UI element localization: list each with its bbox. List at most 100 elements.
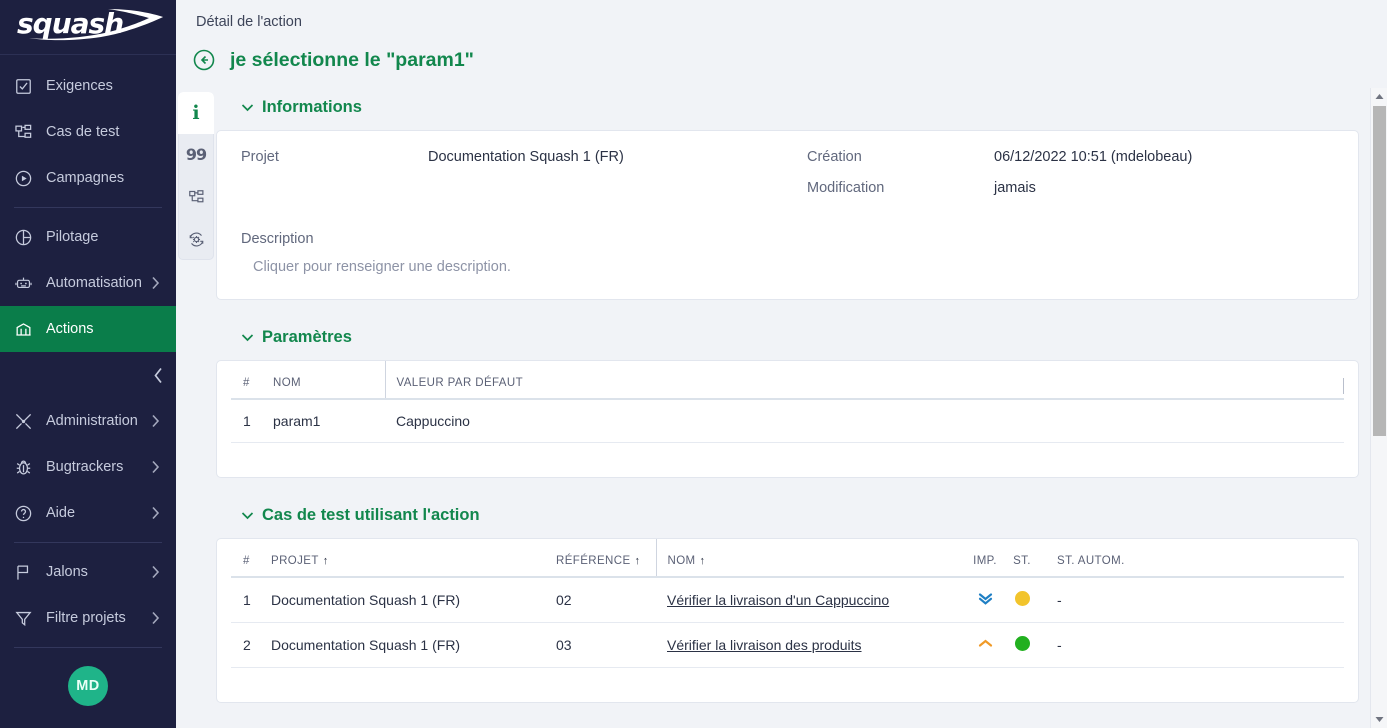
- chevron-down-icon: [238, 333, 256, 342]
- status-badge: [1015, 636, 1030, 651]
- cell-reference: 02: [556, 577, 656, 623]
- sidebar-item-pilotage[interactable]: Pilotage: [0, 214, 176, 260]
- section-cas-de-test: Cas de test utilisant l'action # PROJET↑: [216, 496, 1359, 703]
- col-header-importance[interactable]: IMP.: [961, 539, 1009, 577]
- status-badge: [1015, 591, 1030, 606]
- funnel-icon: [14, 609, 40, 628]
- cell-nom: param1: [273, 399, 385, 443]
- description-input[interactable]: Cliquer pour renseigner une description.: [241, 259, 1334, 275]
- sidebar-item-label: Exigences: [40, 78, 162, 94]
- sidebar-item-actions[interactable]: Actions: [0, 306, 176, 352]
- parametres-card: # NOM VALEUR PAR DÉFAUT 1 param1 Cappucc…: [216, 360, 1359, 478]
- chevron-right-icon: [148, 276, 162, 290]
- page-title-row: je sélectionne le "param1": [176, 30, 1387, 74]
- col-header-valeur-defaut[interactable]: VALEUR PAR DÉFAUT: [385, 361, 1344, 399]
- app-logo[interactable]: squash: [0, 0, 176, 55]
- section-cas-de-test-header[interactable]: Cas de test utilisant l'action: [216, 496, 1359, 534]
- col-header-num[interactable]: #: [231, 361, 273, 399]
- avatar[interactable]: MD: [68, 666, 108, 706]
- field-projet: Projet Documentation Squash 1 (FR): [241, 149, 807, 180]
- scrollbar-thumb[interactable]: [1373, 106, 1386, 436]
- back-button[interactable]: [190, 46, 218, 74]
- tab-automatisation[interactable]: [178, 218, 214, 260]
- tree-hierarchy-icon: [188, 189, 205, 206]
- description-label: Description: [241, 231, 1334, 247]
- cell-nom: Vérifier la livraison des produits: [656, 623, 961, 668]
- cell-statut: [1009, 577, 1035, 623]
- tab-parametres-quotes[interactable]: 99: [178, 134, 214, 176]
- sidebar-item-label: Campagnes: [40, 170, 162, 186]
- vertical-scrollbar[interactable]: [1370, 88, 1387, 728]
- play-circle-icon: [14, 169, 40, 188]
- sidebar-divider: [14, 207, 162, 208]
- sidebar-item-bugtrackers[interactable]: Bugtrackers: [0, 444, 176, 490]
- cas-de-test-table-body: 1 Documentation Squash 1 (FR) 02 Vérifie…: [231, 577, 1344, 668]
- sidebar-item-label: Pilotage: [40, 229, 162, 245]
- sidebar-item-cas-de-test[interactable]: Cas de test: [0, 109, 176, 155]
- keyword-bridge-icon: [14, 320, 40, 339]
- col-header-statut-autom[interactable]: ST. AUTOM.: [1035, 539, 1344, 577]
- cell-projet: Documentation Squash 1 (FR): [271, 577, 556, 623]
- breadcrumb: Détail de l'action: [176, 0, 1387, 30]
- cas-de-test-table: # PROJET↑ RÉFÉRENCE↑ NOM↑: [231, 539, 1344, 668]
- sidebar-item-campagnes[interactable]: Campagnes: [0, 155, 176, 201]
- col-header-statut[interactable]: ST.: [1009, 539, 1035, 577]
- tree-icon: [14, 123, 40, 142]
- triangle-down-icon: [1375, 716, 1384, 723]
- sidebar-item-filtre-projets[interactable]: Filtre projets: [0, 595, 176, 641]
- col-header-nom[interactable]: NOM: [273, 361, 385, 399]
- scroll-down-button[interactable]: [1371, 711, 1387, 728]
- field-value: Documentation Squash 1 (FR): [428, 149, 624, 165]
- tools-icon: [14, 412, 40, 431]
- sidebar-collapse-button[interactable]: [0, 352, 176, 398]
- parametres-table-footer-space: [217, 443, 1358, 477]
- detail-content: Informations Projet Documentation Squash…: [216, 88, 1359, 728]
- page-title: je sélectionne le "param1": [230, 49, 474, 72]
- flag-icon: [14, 563, 40, 582]
- column-resize-handle[interactable]: [1343, 378, 1344, 394]
- cell-importance: [961, 577, 1009, 623]
- sidebar-item-label: Bugtrackers: [40, 459, 148, 475]
- table-row[interactable]: 2 Documentation Squash 1 (FR) 03 Vérifie…: [231, 623, 1344, 668]
- sync-settings-icon: [188, 231, 205, 248]
- sidebar-item-exigences[interactable]: Exigences: [0, 63, 176, 109]
- col-header-num[interactable]: #: [231, 539, 271, 577]
- tab-hierarchie[interactable]: [178, 176, 214, 218]
- sort-asc-icon: ↑: [635, 555, 641, 567]
- col-header-projet[interactable]: PROJET↑: [271, 539, 556, 577]
- cas-de-test-table-wrap: # PROJET↑ RÉFÉRENCE↑ NOM↑: [217, 539, 1358, 668]
- sidebar-item-label: Jalons: [40, 564, 148, 580]
- chevron-right-icon: [148, 460, 162, 474]
- table-row[interactable]: 1 param1 Cappuccino: [231, 399, 1344, 443]
- detail-tabstrip: i 99: [178, 92, 214, 260]
- sidebar-item-automatisation[interactable]: Automatisation: [0, 260, 176, 306]
- cell-reference: 03: [556, 623, 656, 668]
- sidebar-item-aide[interactable]: Aide: [0, 490, 176, 536]
- description-block: Description Cliquer pour renseigner une …: [217, 215, 1358, 299]
- cell-valeur: Cappuccino: [385, 399, 1344, 443]
- chevron-down-icon: [238, 511, 256, 520]
- table-row[interactable]: 1 Documentation Squash 1 (FR) 02 Vérifie…: [231, 577, 1344, 623]
- section-parametres: Paramètres # NOM VALEUR PAR DÉFAUT: [216, 318, 1359, 478]
- test-case-link[interactable]: Vérifier la livraison des produits: [667, 637, 862, 653]
- chevron-right-icon: [148, 565, 162, 579]
- tab-informations[interactable]: i: [178, 92, 214, 134]
- field-creation: Création 06/12/2022 10:51 (mdelobeau): [807, 149, 1192, 180]
- section-parametres-header[interactable]: Paramètres: [216, 318, 1359, 356]
- sidebar-item-label: Filtre projets: [40, 610, 148, 626]
- section-informations-header[interactable]: Informations: [216, 88, 1359, 126]
- main-content: Détail de l'action je sélectionne le "pa…: [176, 0, 1387, 728]
- field-label: Modification: [807, 180, 994, 196]
- col-header-reference[interactable]: RÉFÉRENCE↑: [556, 539, 656, 577]
- sidebar-item-jalons[interactable]: Jalons: [0, 549, 176, 595]
- sidebar-item-administration[interactable]: Administration: [0, 398, 176, 444]
- test-case-link[interactable]: Vérifier la livraison d'un Cappuccino: [667, 592, 889, 608]
- col-header-nom[interactable]: NOM↑: [656, 539, 961, 577]
- question-circle-icon: [14, 504, 40, 523]
- scroll-up-button[interactable]: [1371, 88, 1387, 105]
- sort-asc-icon: ↑: [700, 555, 706, 567]
- triangle-up-icon: [1375, 93, 1384, 100]
- chevron-right-icon: [148, 506, 162, 520]
- informations-right-column: Création 06/12/2022 10:51 (mdelobeau) Mo…: [807, 149, 1192, 211]
- cell-importance: [961, 623, 1009, 668]
